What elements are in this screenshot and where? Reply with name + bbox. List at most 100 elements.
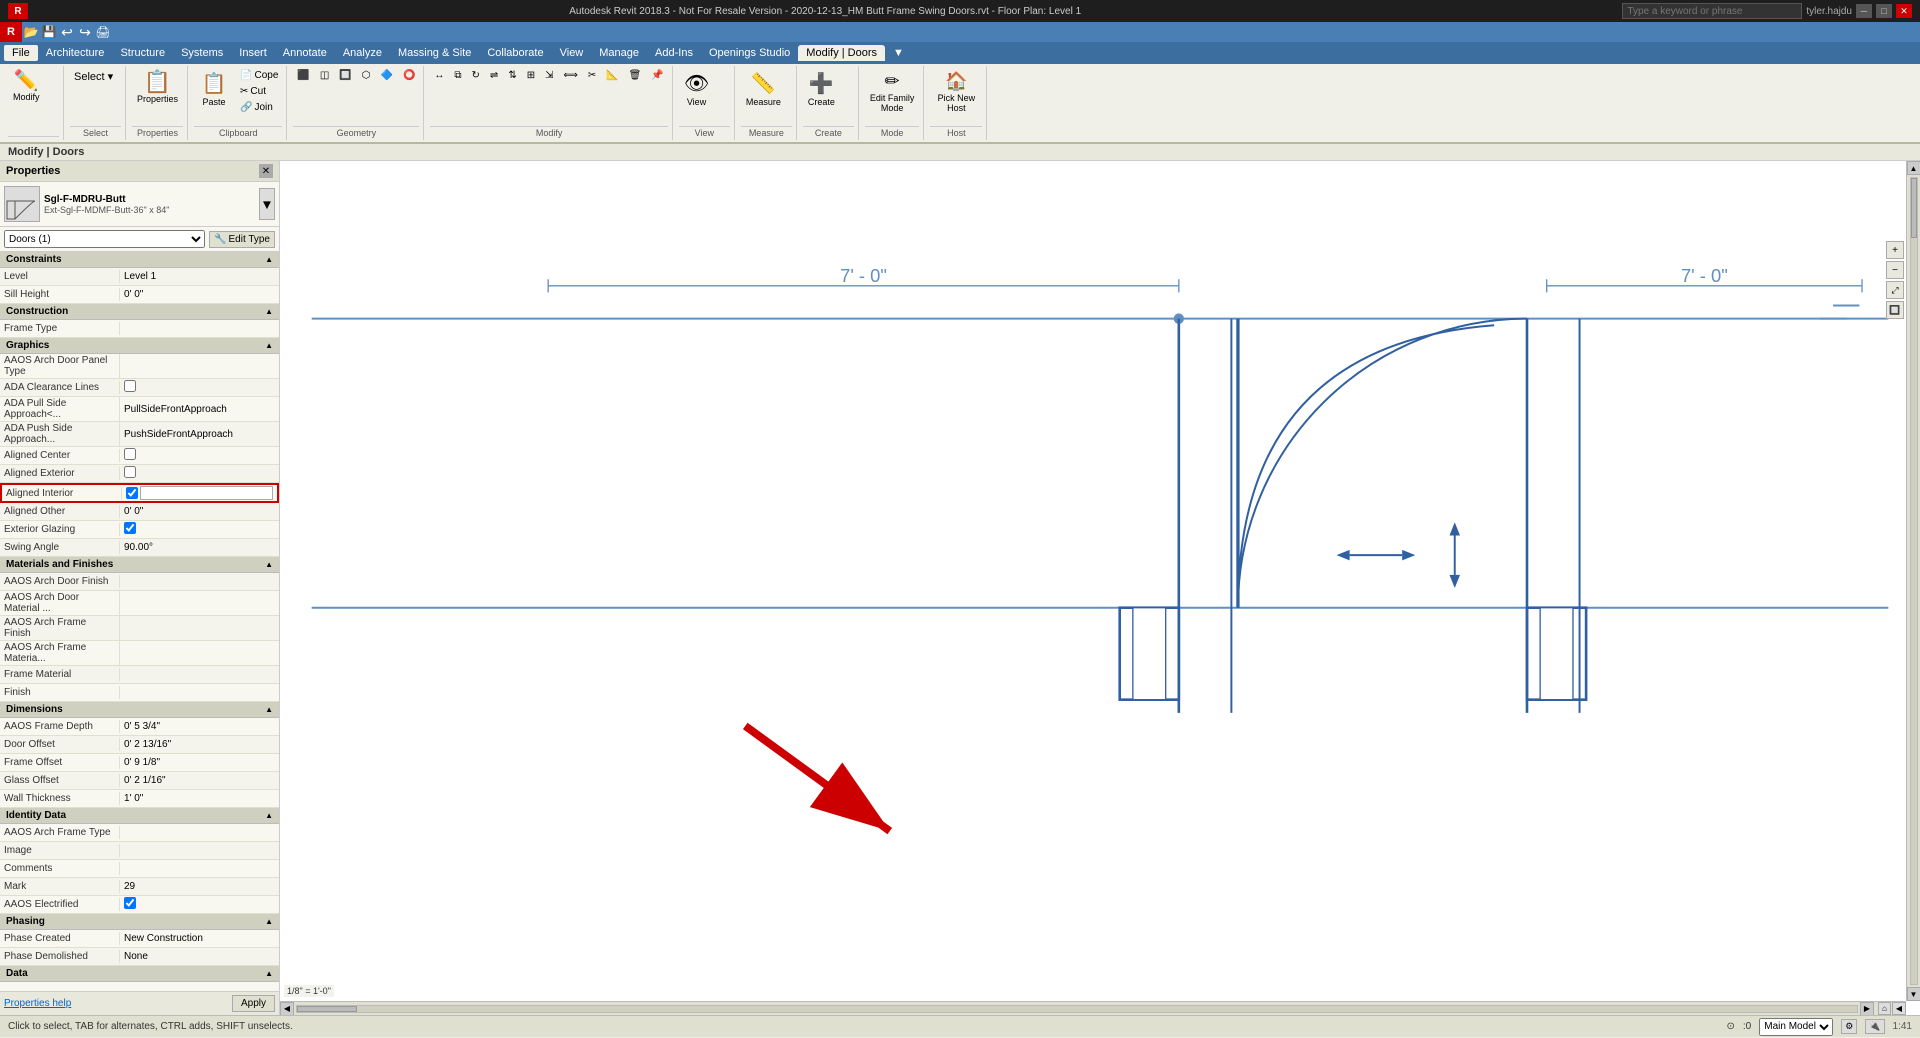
aligned-interior-checkbox[interactable] [126, 487, 138, 499]
zoom-in-btn[interactable]: + [1886, 241, 1904, 259]
section-identity[interactable]: Identity Data ▲ [0, 808, 279, 824]
nav-home-btn[interactable]: ⌂ [1878, 1002, 1891, 1015]
status-btn-2[interactable]: 🔌 [1865, 1019, 1884, 1034]
workset-dropdown[interactable]: Main Model [1759, 1018, 1833, 1036]
canvas-area[interactable]: 7' - 0" 7' - 0" [280, 161, 1920, 1015]
search-input[interactable] [1622, 3, 1802, 19]
edit-type-icon: 🔧 [214, 234, 226, 245]
menu-openings[interactable]: Openings Studio [701, 45, 798, 61]
electrified-checkbox[interactable] [124, 897, 136, 909]
join-btn[interactable]: 🔗 Join [236, 100, 282, 115]
horizontal-scrollbar[interactable]: ◀ ▶ ⌂ ◀ [280, 1001, 1906, 1015]
delete-btn[interactable]: 🗑 [625, 68, 646, 83]
menu-insert[interactable]: Insert [231, 45, 275, 61]
properties-icon: 📋 [144, 71, 171, 93]
nav-prev-btn[interactable]: ◀ [1892, 1002, 1906, 1015]
menu-collaborate[interactable]: Collaborate [479, 45, 551, 61]
properties-ribbon-btn[interactable]: 📋 Properties [132, 68, 183, 124]
measure-btn[interactable]: 📏 Measure [741, 68, 786, 124]
align-btn[interactable]: ⟺ [559, 68, 581, 83]
cut-btn[interactable]: ✂ Cut [236, 84, 282, 99]
array-btn[interactable]: ⊞ [523, 68, 539, 83]
section-constraints[interactable]: Constraints ▲ [0, 252, 279, 268]
view-ribbon-btn[interactable]: 👁 View [679, 68, 714, 124]
vscroll-thumb[interactable] [1911, 178, 1917, 238]
copy-btn[interactable]: 📄 Cope [236, 68, 282, 83]
qa-open-btn[interactable]: 📂 [22, 23, 40, 41]
aligned-exterior-checkbox[interactable] [124, 466, 136, 478]
geometry-btn-3[interactable]: 🔲 [335, 68, 355, 83]
scale-btn[interactable]: ⇲ [541, 68, 557, 83]
geometry-btn-1[interactable]: ⬛ [293, 68, 313, 83]
qa-redo-btn[interactable]: ↪ [76, 23, 94, 41]
menu-manage[interactable]: Manage [591, 45, 647, 61]
apply-button[interactable]: Apply [232, 995, 275, 1012]
zoom-fit-btn[interactable]: ⤢ [1886, 281, 1904, 299]
scale-indicator: 1/8" = 1'-0" [284, 985, 334, 997]
split-btn[interactable]: ✂ [584, 68, 600, 83]
scroll-down-btn[interactable]: ▼ [1907, 987, 1920, 1001]
paste-btn[interactable]: 📋 Paste [194, 68, 234, 120]
view-3d-btn[interactable]: 🔲 [1886, 301, 1904, 319]
pin-btn[interactable]: 📌 [647, 68, 667, 83]
scroll-up-btn[interactable]: ▲ [1907, 161, 1920, 175]
section-data[interactable]: Data ▲ [0, 966, 279, 982]
edit-type-btn[interactable]: 🔧 Edit Type [209, 231, 275, 248]
menu-systems[interactable]: Systems [173, 45, 231, 61]
exterior-glazing-checkbox[interactable] [124, 522, 136, 534]
move-btn[interactable]: ↔ [430, 68, 448, 83]
menu-view[interactable]: View [552, 45, 592, 61]
properties-help-link[interactable]: Properties help [4, 998, 71, 1009]
vscroll-track[interactable] [1910, 177, 1918, 985]
menu-options[interactable]: ▼ [885, 45, 912, 61]
pick-new-host-btn[interactable]: 🏠 Pick NewHost [930, 68, 982, 124]
qa-undo-btn[interactable]: ↩ [58, 23, 76, 41]
menu-file[interactable]: File [4, 45, 38, 61]
mirror-v-btn[interactable]: ⇌ [486, 68, 502, 83]
copy-tool-btn[interactable]: ⧉ [450, 68, 465, 83]
section-graphics[interactable]: Graphics ▲ [0, 338, 279, 354]
section-phasing[interactable]: Phasing ▲ [0, 914, 279, 930]
status-btn-1[interactable]: ⚙ [1841, 1019, 1857, 1034]
instance-dropdown[interactable]: Doors (1) [4, 230, 205, 248]
maximize-button[interactable]: □ [1876, 4, 1892, 18]
scroll-left-btn[interactable]: ◀ [280, 1002, 294, 1016]
section-materials[interactable]: Materials and Finishes ▲ [0, 557, 279, 573]
properties-close-btn[interactable]: ✕ [259, 164, 273, 178]
menu-massing[interactable]: Massing & Site [390, 45, 479, 61]
minimize-button[interactable]: ─ [1856, 4, 1872, 18]
qa-save-btn[interactable]: 💾 [40, 23, 58, 41]
scroll-right-btn[interactable]: ▶ [1860, 1002, 1874, 1016]
mirror-h-btn[interactable]: ⇅ [504, 68, 520, 83]
geometry-btn-4[interactable]: ⬡ [358, 68, 375, 83]
menu-addins[interactable]: Add-Ins [647, 45, 701, 61]
menu-structure[interactable]: Structure [112, 45, 173, 61]
vertical-scrollbar[interactable]: ▲ ▼ [1906, 161, 1920, 1001]
geometry-btn-5[interactable]: 🔷 [376, 68, 396, 83]
section-construction[interactable]: Construction ▲ [0, 304, 279, 320]
rotate-btn[interactable]: ↻ [468, 68, 484, 83]
aligned-center-checkbox[interactable] [124, 448, 136, 460]
geometry-btn-6[interactable]: ⭕ [399, 68, 419, 83]
select-dropdown-btn[interactable]: Select ▾ [70, 68, 117, 85]
qa-print-btn[interactable]: 🖨 [94, 23, 112, 41]
menubar: File Architecture Structure Systems Inse… [0, 42, 1920, 64]
create-btn[interactable]: ➕ Create [803, 68, 840, 124]
menu-architecture[interactable]: Architecture [38, 45, 113, 61]
menu-analyze[interactable]: Analyze [335, 45, 390, 61]
type-dropdown-btn[interactable]: ▼ [259, 188, 275, 220]
section-dimensions[interactable]: Dimensions ▲ [0, 702, 279, 718]
menu-annotate[interactable]: Annotate [275, 45, 335, 61]
modify-btn[interactable]: ✏️ Modify [8, 68, 45, 124]
trim-btn[interactable]: 📐 [602, 68, 622, 83]
qa-revit-btn[interactable]: R [0, 22, 22, 42]
ada-clearance-checkbox[interactable] [124, 380, 136, 392]
hscroll-track[interactable] [296, 1005, 1858, 1013]
edit-family-mode-btn[interactable]: ✏ Edit FamilyMode [865, 68, 920, 124]
zoom-out-btn[interactable]: − [1886, 261, 1904, 279]
hscroll-thumb[interactable] [297, 1006, 357, 1012]
menu-modify-doors[interactable]: Modify | Doors [798, 45, 885, 61]
geometry-btn-2[interactable]: ◫ [316, 68, 333, 83]
status-angle: ⊙ [1727, 1021, 1735, 1032]
close-button[interactable]: ✕ [1896, 4, 1912, 18]
